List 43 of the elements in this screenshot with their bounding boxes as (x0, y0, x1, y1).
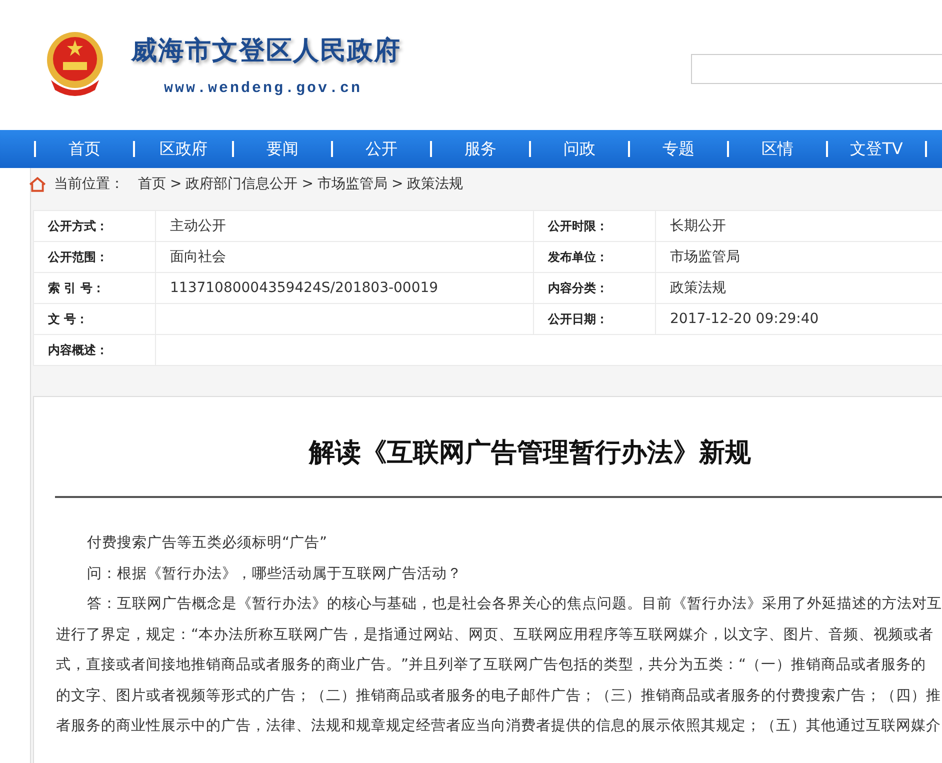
breadcrumb-separator: > (302, 176, 314, 192)
breadcrumb-separator: > (391, 176, 404, 192)
nav-link[interactable]: 首页 (36, 138, 133, 160)
field-label: 发布单位： (534, 242, 656, 272)
field-label: 文 号： (34, 304, 156, 334)
nav-link[interactable]: 公开 (333, 138, 430, 160)
field-value: 2017-12-20 09:29:40 (670, 311, 819, 327)
field-label: 公开方式： (34, 210, 156, 242)
nav-link[interactable]: 专题 (630, 138, 727, 160)
field-label: 索 引 号： (34, 272, 156, 304)
article-text: 的文字、图片或者视频等形式的广告；（二）推销商品或者服务的电子邮件广告；（三）推销商品或者服务的付费搜索广告；（四）推 (56, 686, 942, 706)
breadcrumb-link[interactable]: 政府部门信息公开 (186, 175, 298, 193)
article-text: 进行了界定，规定：“本办法所称互联网广告，是指通过网站、网页、互联网应用程序等互联网媒介，以文字、图片、音频、视频或者 (56, 626, 935, 644)
article-text: 者服务的商业性展示中的广告，法律、法规和规章规定经营者应当向消费者提供的信息的展示依照其规定；（五）其他通过互联网媒介 (56, 716, 942, 736)
field-label: 公开日期： (534, 304, 656, 334)
field-value: 11371080004359424S/201803-00019 (170, 280, 438, 296)
site-url: www.wendeng.gov.cn (164, 80, 364, 97)
article-text: 式，直接或者间接地推销商品或者服务的商业广告。”并且列举了互联网广告包括的类型，共分为五类：“（一）推销商品或者服务的 (56, 656, 928, 675)
article-text: 问：根据《暂行办法》，哪些活动属于互联网广告活动？ (86, 564, 463, 584)
field-value: 长期公开 (670, 218, 726, 234)
breadcrumb-link[interactable]: 首页 (138, 175, 166, 193)
breadcrumb-link[interactable]: 政策法规 (407, 175, 464, 193)
nav-link[interactable]: 区情 (729, 138, 826, 160)
breadcrumb-separator: > (170, 176, 182, 192)
nav-link[interactable]: 区政府 (135, 138, 232, 160)
field-value: 主动公开 (170, 218, 226, 234)
breadcrumb-link[interactable]: 市场监管局 (317, 175, 388, 193)
field-label: 公开时限： (534, 210, 656, 242)
field-value: 政策法规 (670, 280, 726, 296)
field-value: 面向社会 (170, 249, 226, 265)
nav-link[interactable]: 问政 (531, 138, 628, 160)
nav-link[interactable]: 服务 (432, 138, 529, 160)
nav-link[interactable]: 文登TV (828, 138, 925, 160)
field-value: 市场监管局 (670, 249, 740, 265)
nav-link[interactable]: 要闻 (234, 138, 331, 160)
site-title: 威海市文登区人民政府 (131, 35, 401, 68)
article-title: 解读《互联网广告管理暂行办法》新规 (308, 437, 752, 470)
article-text: 付费搜索广告等五类必须标明“广告” (86, 534, 328, 553)
field-label: 公开范围： (34, 242, 156, 272)
field-label: 内容分类： (534, 272, 656, 304)
breadcrumb-label: 当前位置： (54, 175, 124, 193)
field-label: 内容概述： (34, 334, 156, 366)
article-text: 答：互联网广告概念是《暂行办法》的核心与基础，也是社会各界关心的焦点问题。目前《暂行办法》采用了外延描述的方法对互 (86, 594, 942, 614)
